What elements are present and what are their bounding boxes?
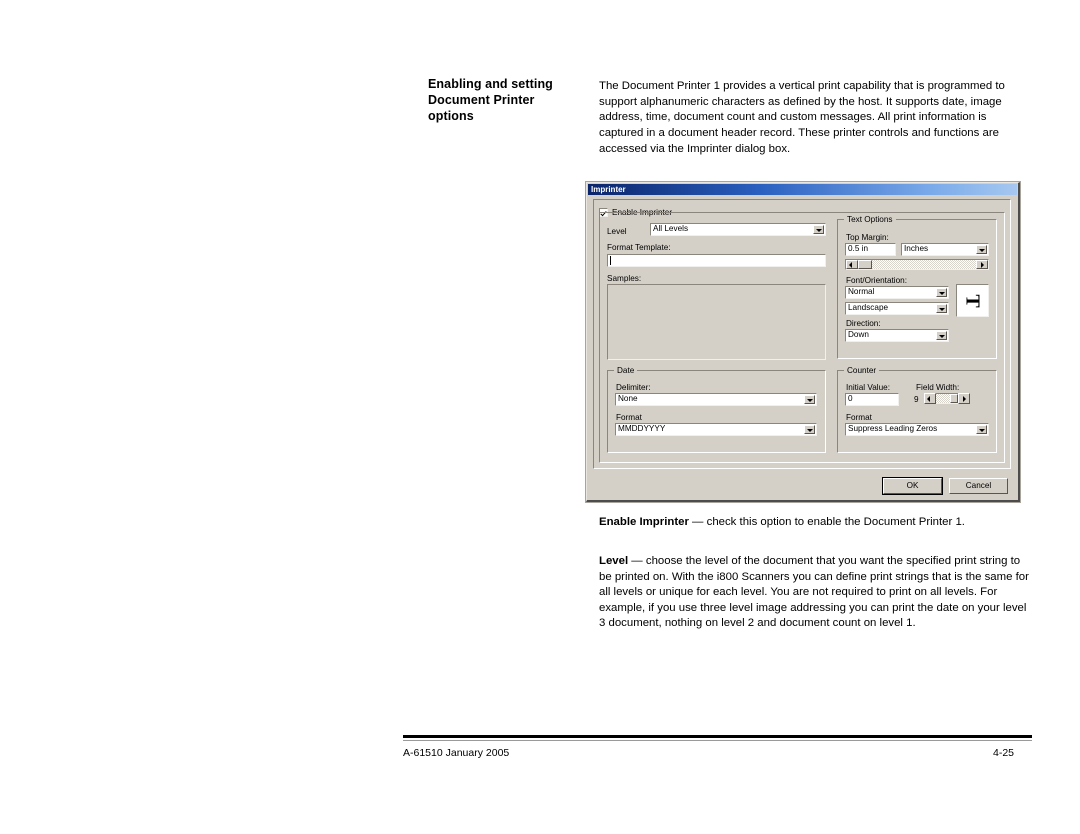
chevron-down-icon[interactable]: [804, 425, 815, 434]
level-value: All Levels: [653, 225, 689, 234]
cancel-button[interactable]: Cancel: [949, 478, 1008, 494]
initial-value-label: Initial Value:: [846, 383, 890, 392]
orientation-preview: T: [956, 284, 989, 317]
scrollbar-track[interactable]: [858, 260, 976, 269]
spin-thumb[interactable]: [950, 394, 958, 403]
field-width-label: Field Width:: [916, 383, 960, 392]
ok-button[interactable]: OK: [882, 477, 943, 495]
chevron-down-icon[interactable]: [936, 331, 947, 340]
text-caret-icon: [610, 256, 611, 265]
initial-value-input[interactable]: 0: [845, 393, 899, 406]
chevron-down-icon[interactable]: [936, 304, 947, 313]
font-orientation-label: Font/Orientation:: [846, 276, 907, 285]
scroll-left-arrow-icon[interactable]: [846, 260, 858, 269]
counter-format-value: Suppress Leading Zeros: [848, 425, 938, 434]
scrollbar-thumb[interactable]: [858, 260, 872, 269]
date-delimiter-combobox[interactable]: None: [615, 393, 817, 406]
font-value: Normal: [848, 288, 875, 297]
initial-value-value: 0: [848, 394, 853, 404]
level-dash: —: [628, 555, 646, 567]
chevron-down-icon[interactable]: [976, 245, 987, 254]
level-combobox[interactable]: All Levels: [650, 223, 826, 236]
level-label: Level: [607, 227, 627, 236]
format-template-input[interactable]: [607, 254, 826, 267]
top-margin-value: 0.5 in: [848, 244, 869, 254]
dialog-body: Enable Imprinter Level All Levels Format…: [587, 195, 1018, 500]
rotated-text-icon: T: [961, 293, 984, 308]
enable-imprinter-description: Enable Imprinter — check this option to …: [599, 515, 1033, 531]
footer-document-id: A-61510 January 2005: [403, 747, 510, 759]
chevron-down-icon[interactable]: [804, 395, 815, 404]
date-format-value: MMDDYYYY: [618, 425, 666, 434]
dialog-titlebar[interactable]: Imprinter: [588, 184, 1017, 195]
samples-label: Samples:: [607, 274, 642, 283]
top-margin-units-value: Inches: [904, 245, 929, 254]
page-heading: Enabling and setting Document Printer op…: [428, 77, 553, 123]
text-options-group-title: Text Options: [844, 215, 896, 224]
counter-format-label: Format: [846, 413, 872, 422]
imprinter-dialog: Imprinter Enable Imprinter Level All Lev…: [586, 182, 1020, 502]
chevron-down-icon[interactable]: [976, 425, 987, 434]
date-format-combobox[interactable]: MMDDYYYY: [615, 423, 817, 436]
chevron-down-icon[interactable]: [936, 288, 947, 297]
date-group-title: Date: [614, 366, 638, 375]
format-template-label: Format Template:: [607, 243, 671, 252]
counter-format-combobox[interactable]: Suppress Leading Zeros: [845, 423, 989, 436]
spin-right-arrow-icon[interactable]: [958, 393, 970, 404]
samples-output: [607, 284, 826, 360]
date-format-label: Format: [616, 413, 642, 422]
enable-imprinter-text: check this option to enable the Document…: [706, 516, 965, 528]
footer-page-number: 4-25: [993, 747, 1015, 759]
spin-track[interactable]: [936, 393, 958, 404]
direction-label: Direction:: [846, 319, 881, 328]
scroll-right-arrow-icon[interactable]: [976, 260, 988, 269]
level-description: Level — choose the level of the document…: [599, 554, 1033, 632]
level-text: choose the level of the document that yo…: [599, 555, 1029, 629]
date-delimiter-value: None: [618, 395, 638, 404]
spin-left-arrow-icon[interactable]: [924, 393, 936, 404]
dialog-title: Imprinter: [591, 185, 626, 194]
direction-combobox[interactable]: Down: [845, 329, 949, 342]
footer-rule-thick: [403, 735, 1032, 738]
orientation-combobox[interactable]: Landscape: [845, 302, 949, 315]
enable-imprinter-term: Enable Imprinter: [599, 516, 689, 528]
font-combobox[interactable]: Normal: [845, 286, 949, 299]
orientation-value: Landscape: [848, 304, 889, 313]
counter-group-title: Counter: [844, 366, 880, 375]
top-margin-units-combobox[interactable]: Inches: [901, 243, 989, 256]
direction-value: Down: [848, 331, 869, 340]
top-margin-scrollbar[interactable]: [845, 259, 989, 270]
field-width-value: 9: [914, 395, 919, 404]
date-delimiter-label: Delimiter:: [616, 383, 651, 392]
footer-rule-thin: [403, 740, 1032, 741]
intro-paragraph: The Document Printer 1 provides a vertic…: [599, 80, 1005, 155]
field-width-spinner[interactable]: [924, 393, 970, 404]
cancel-button-label: Cancel: [965, 480, 992, 490]
ok-button-label: OK: [906, 480, 919, 490]
chevron-down-icon[interactable]: [813, 225, 824, 234]
enable-imprinter-dash: —: [688, 516, 707, 528]
top-margin-input[interactable]: 0.5 in: [845, 243, 896, 256]
top-margin-label: Top Margin:: [846, 233, 889, 242]
level-term: Level: [599, 555, 629, 567]
